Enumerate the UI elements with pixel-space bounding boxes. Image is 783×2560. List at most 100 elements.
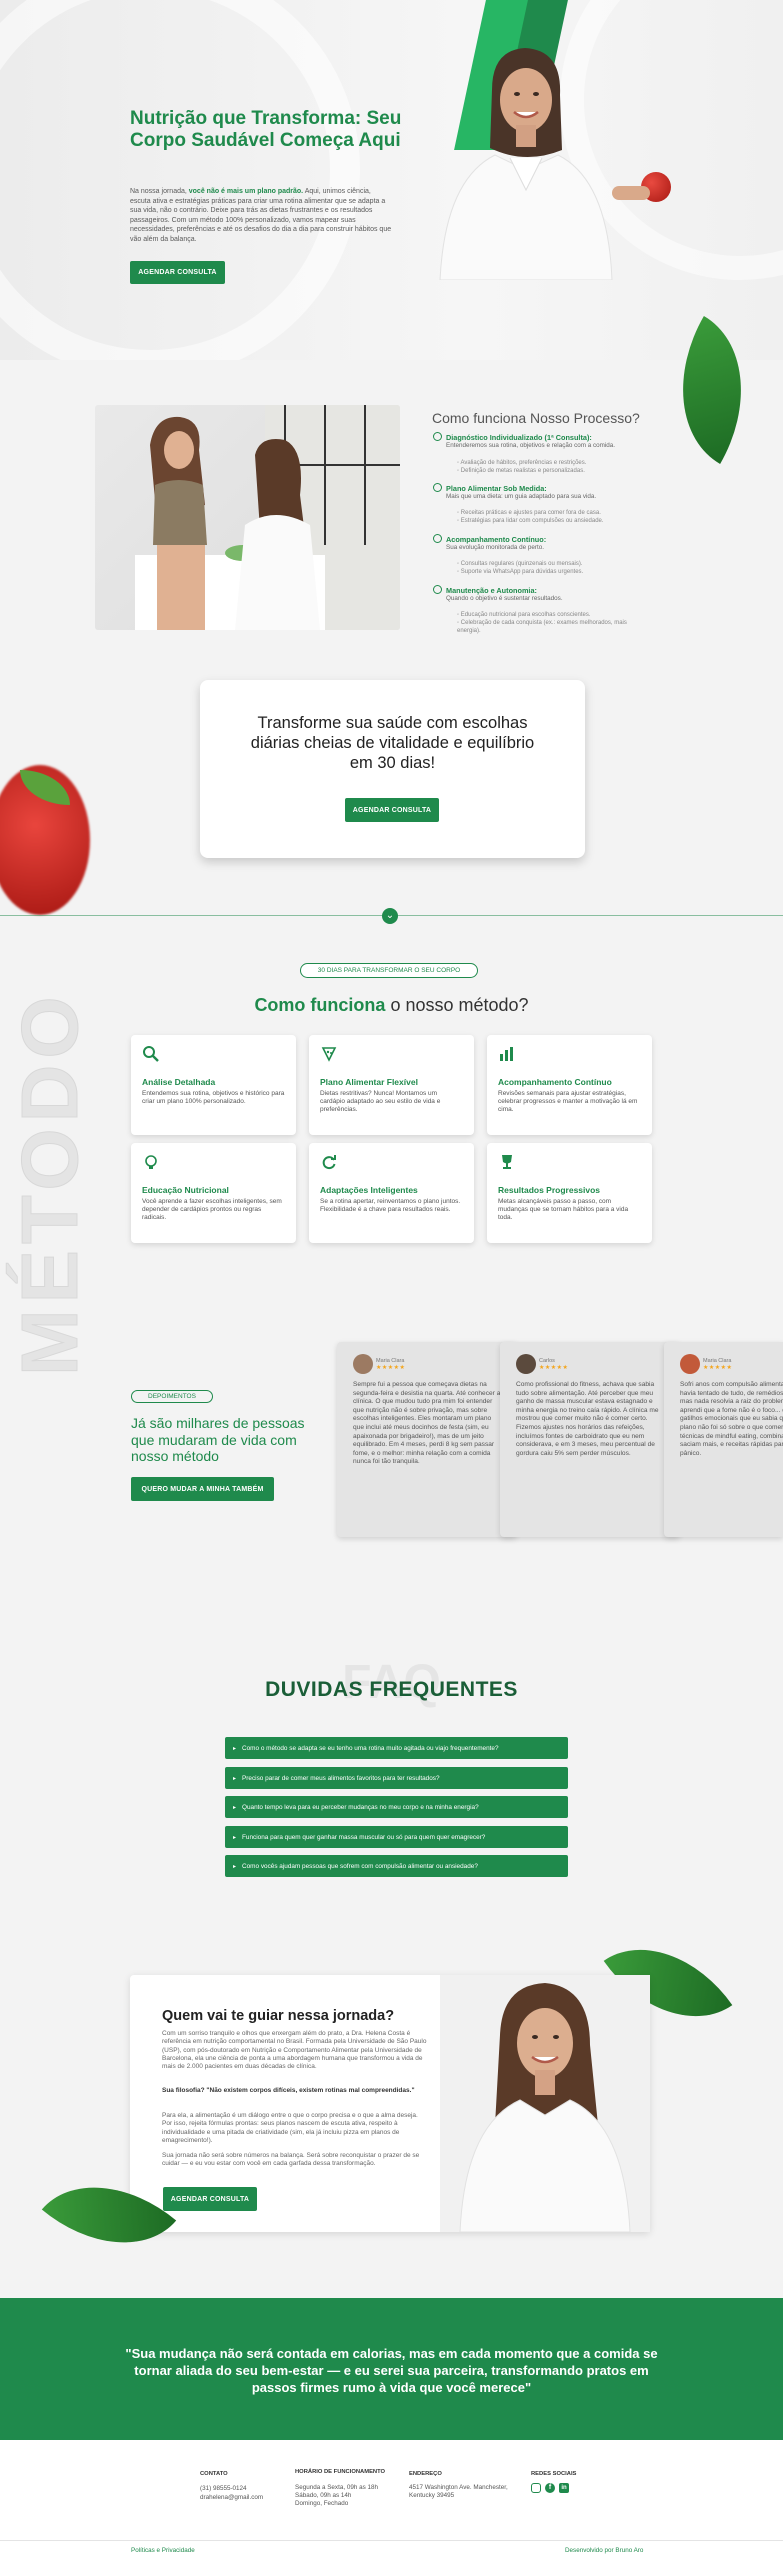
faq-item[interactable]: ▸ Preciso parar de comer meus alimentos f…: [225, 1767, 568, 1789]
method-card: Resultados Progressivos Metas alcançávei…: [487, 1143, 652, 1243]
quote-text: "Sua mudança não será contada em caloria…: [125, 2346, 658, 2395]
cta-schedule-button[interactable]: AGENDAR CONSULTA: [345, 798, 439, 822]
card-desc: Revisões semanais para ajustar estratégi…: [498, 1090, 638, 1114]
step-subtitle: Quando o objetivo é sustentar resultados…: [446, 595, 563, 602]
footer-social-heading: REDES SOCIAIS: [531, 2471, 577, 2477]
step-icon: [433, 585, 442, 594]
guide-paragraph: Com um sorriso tranquilo e olhos que enx…: [162, 2030, 427, 2071]
doctor-portrait: [439, 48, 613, 280]
credit-link[interactable]: Desenvolvido por Bruno Aro: [565, 2547, 643, 2555]
step-bullet: ◦ Receitas práticas e ajustes para comer…: [457, 510, 601, 516]
hero-title: Nutrição que Transforma: Seu Corpo Saudá…: [130, 108, 402, 151]
star-rating: ★★★★★: [539, 1364, 569, 1371]
footer-hours-line: Segunda a Sexta, 09h as 18h: [295, 2484, 378, 2491]
guide-philosophy: Sua filosofia? "Não existem corpos difíc…: [162, 2087, 415, 2094]
footer-hours-heading: HORÁRIO DE FUNCIONAMENTO: [295, 2469, 386, 2475]
chevron-right-icon: ▸: [233, 1804, 237, 1811]
hero-description: Na nossa jornada, você não é mais um pla…: [130, 188, 392, 243]
hero-schedule-button[interactable]: AGENDAR CONSULTA: [130, 261, 225, 284]
footer-address-line: Kentucky 39495: [409, 2492, 455, 2499]
card-title: Resultados Progressivos: [498, 1185, 601, 1195]
lightbulb-icon: [142, 1153, 162, 1173]
chevron-down-icon[interactable]: ⌄: [382, 908, 398, 924]
guide-schedule-button[interactable]: AGENDAR CONSULTA: [163, 2187, 257, 2211]
footer-hours-line: Domingo, Fechado: [295, 2500, 349, 2507]
chevron-right-icon: ▸: [233, 1775, 237, 1782]
bar-chart-icon: [498, 1045, 518, 1065]
avatar: [516, 1354, 536, 1374]
method-ghost-text: MÉTODO: [5, 990, 95, 1377]
step-subtitle: Mais que uma dieta: um guia adaptado par…: [446, 493, 597, 500]
method-title: Como funciona o nosso método?: [254, 995, 529, 1015]
refresh-icon: [320, 1153, 340, 1173]
card-title: Análise Detalhada: [142, 1077, 216, 1087]
testimonials-pill: DEPOIMENTOS: [131, 1390, 213, 1403]
card-desc: Se a rotina apertar, reinventamos o plan…: [320, 1198, 461, 1214]
doctor-hand: [612, 186, 650, 200]
chevron-right-icon: ▸: [233, 1834, 237, 1841]
privacy-link[interactable]: Políticas e Privacidade: [131, 2547, 195, 2555]
linkedin-icon[interactable]: in: [559, 2483, 569, 2493]
step-icon: [433, 483, 442, 492]
step-bullet: ◦ Definição de metas realistas e persona…: [457, 468, 585, 474]
testimonial-text: Sempre fui a pessoa que começava dietas …: [353, 1381, 501, 1466]
footer-phone[interactable]: (31) 98555-0124: [200, 2485, 247, 2493]
reviewer-name: Carlos ★★★★★: [539, 1357, 569, 1371]
star-rating: ★★★★★: [376, 1364, 406, 1371]
testimonial-text: Sofri anos com compulsão alimentar e cul…: [680, 1381, 783, 1457]
faq-item[interactable]: ▸ Funciona para quem quer ganhar massa mu…: [225, 1826, 568, 1848]
method-card: Acompanhamento Contínuo Revisões semanai…: [487, 1035, 652, 1135]
step-title: Manutenção e Autonomia:: [446, 586, 537, 595]
card-desc: Entendemos sua rotina, objetivos e histó…: [142, 1090, 285, 1106]
trophy-icon: [498, 1153, 518, 1173]
step-bullet: ◦ Estratégias para lidar com compulsões …: [457, 518, 604, 524]
step-title: Plano Alimentar Sob Medida:: [446, 484, 547, 493]
card-title: Acompanhamento Contínuo: [498, 1077, 612, 1087]
testimonials-title: Já são milhares de pessoas que mudaram d…: [131, 1415, 305, 1464]
guide-doctor-photo: [440, 1975, 650, 2232]
instagram-icon[interactable]: [531, 2483, 541, 2493]
footer-divider: [0, 2540, 783, 2541]
process-photo: [95, 405, 400, 630]
facebook-icon[interactable]: f: [545, 2483, 555, 2493]
faq-item[interactable]: ▸ Quanto tempo leva para eu perceber muda…: [225, 1796, 568, 1818]
step-bullet: ◦ Celebração de cada conquista (ex.: exa…: [457, 620, 627, 634]
star-rating: ★★★★★: [703, 1364, 733, 1371]
step-bullet: ◦ Educação nutricional para escolhas con…: [457, 612, 591, 618]
chevron-right-icon: ▸: [233, 1863, 237, 1870]
footer-address-heading: ENDEREÇO: [409, 2471, 442, 2477]
process-title: Como funciona Nosso Processo?: [432, 410, 640, 426]
method-card: Análise Detalhada Entendemos sua rotina,…: [131, 1035, 296, 1135]
guide-paragraph: Para ela, a alimentação é um diálogo ent…: [162, 2112, 418, 2144]
card-desc: Você aprende a fazer escolhas inteligent…: [142, 1198, 282, 1222]
method-card: Adaptações Inteligentes Se a rotina aper…: [309, 1143, 474, 1243]
reviewer-name: Maria Clara ★★★★★: [703, 1357, 733, 1371]
card-title: Plano Alimentar Flexível: [320, 1077, 418, 1087]
testimonial-text: Como profissional do fitness, achava que…: [516, 1381, 659, 1457]
guide-title: Quem vai te guiar nessa jornada?: [162, 2008, 395, 2024]
footer-address-line: 4517 Washington Ave. Manchester,: [409, 2484, 508, 2491]
guide-paragraph: Sua jornada não será sobre números na ba…: [162, 2152, 420, 2168]
step-bullet: ◦ Suporte via WhatsApp para dúvidas urge…: [457, 569, 584, 575]
footer: [0, 2440, 783, 2560]
reviewer-name: Maria Clara ★★★★★: [376, 1357, 406, 1371]
faq-item[interactable]: ▸ Como o método se adapta se eu tenho uma…: [225, 1737, 568, 1759]
method-pill: 30 DIAS PARA TRANSFORMAR O SEU CORPO: [300, 963, 478, 978]
faq-item[interactable]: ▸ Como vocês ajudam pessoas que sofrem co…: [225, 1855, 568, 1877]
method-card: Plano Alimentar Flexível Dietas restriti…: [309, 1035, 474, 1135]
chevron-right-icon: ▸: [233, 1745, 237, 1752]
step-icon: [433, 432, 442, 441]
step-bullet: ◦ Consultas regulares (quinzenais ou men…: [457, 561, 583, 567]
step-title: Acompanhamento Contínuo:: [446, 535, 547, 544]
card-desc: Dietas restritivas? Nunca! Montamos um c…: [320, 1090, 441, 1114]
footer-email[interactable]: drahelena@gmail.com: [200, 2494, 263, 2502]
change-mine-button[interactable]: QUERO MUDAR A MINHA TAMBÉM: [131, 1477, 274, 1501]
method-card: Educação Nutricional Você aprende a faze…: [131, 1143, 296, 1243]
card-title: Educação Nutricional: [142, 1185, 229, 1195]
step-title: Diagnóstico Individualizado (1ª Consulta…: [446, 433, 592, 442]
footer-hours-line: Sábado, 09h as 14h: [295, 2492, 352, 2499]
step-subtitle: Entenderemos sua rotina, objetivos e rel…: [446, 442, 616, 449]
food-plate-icon: [320, 1045, 340, 1065]
step-bullet: ◦ Avaliação de hábitos, preferências e r…: [457, 460, 587, 466]
footer-contact-heading: CONTATO: [200, 2471, 228, 2477]
